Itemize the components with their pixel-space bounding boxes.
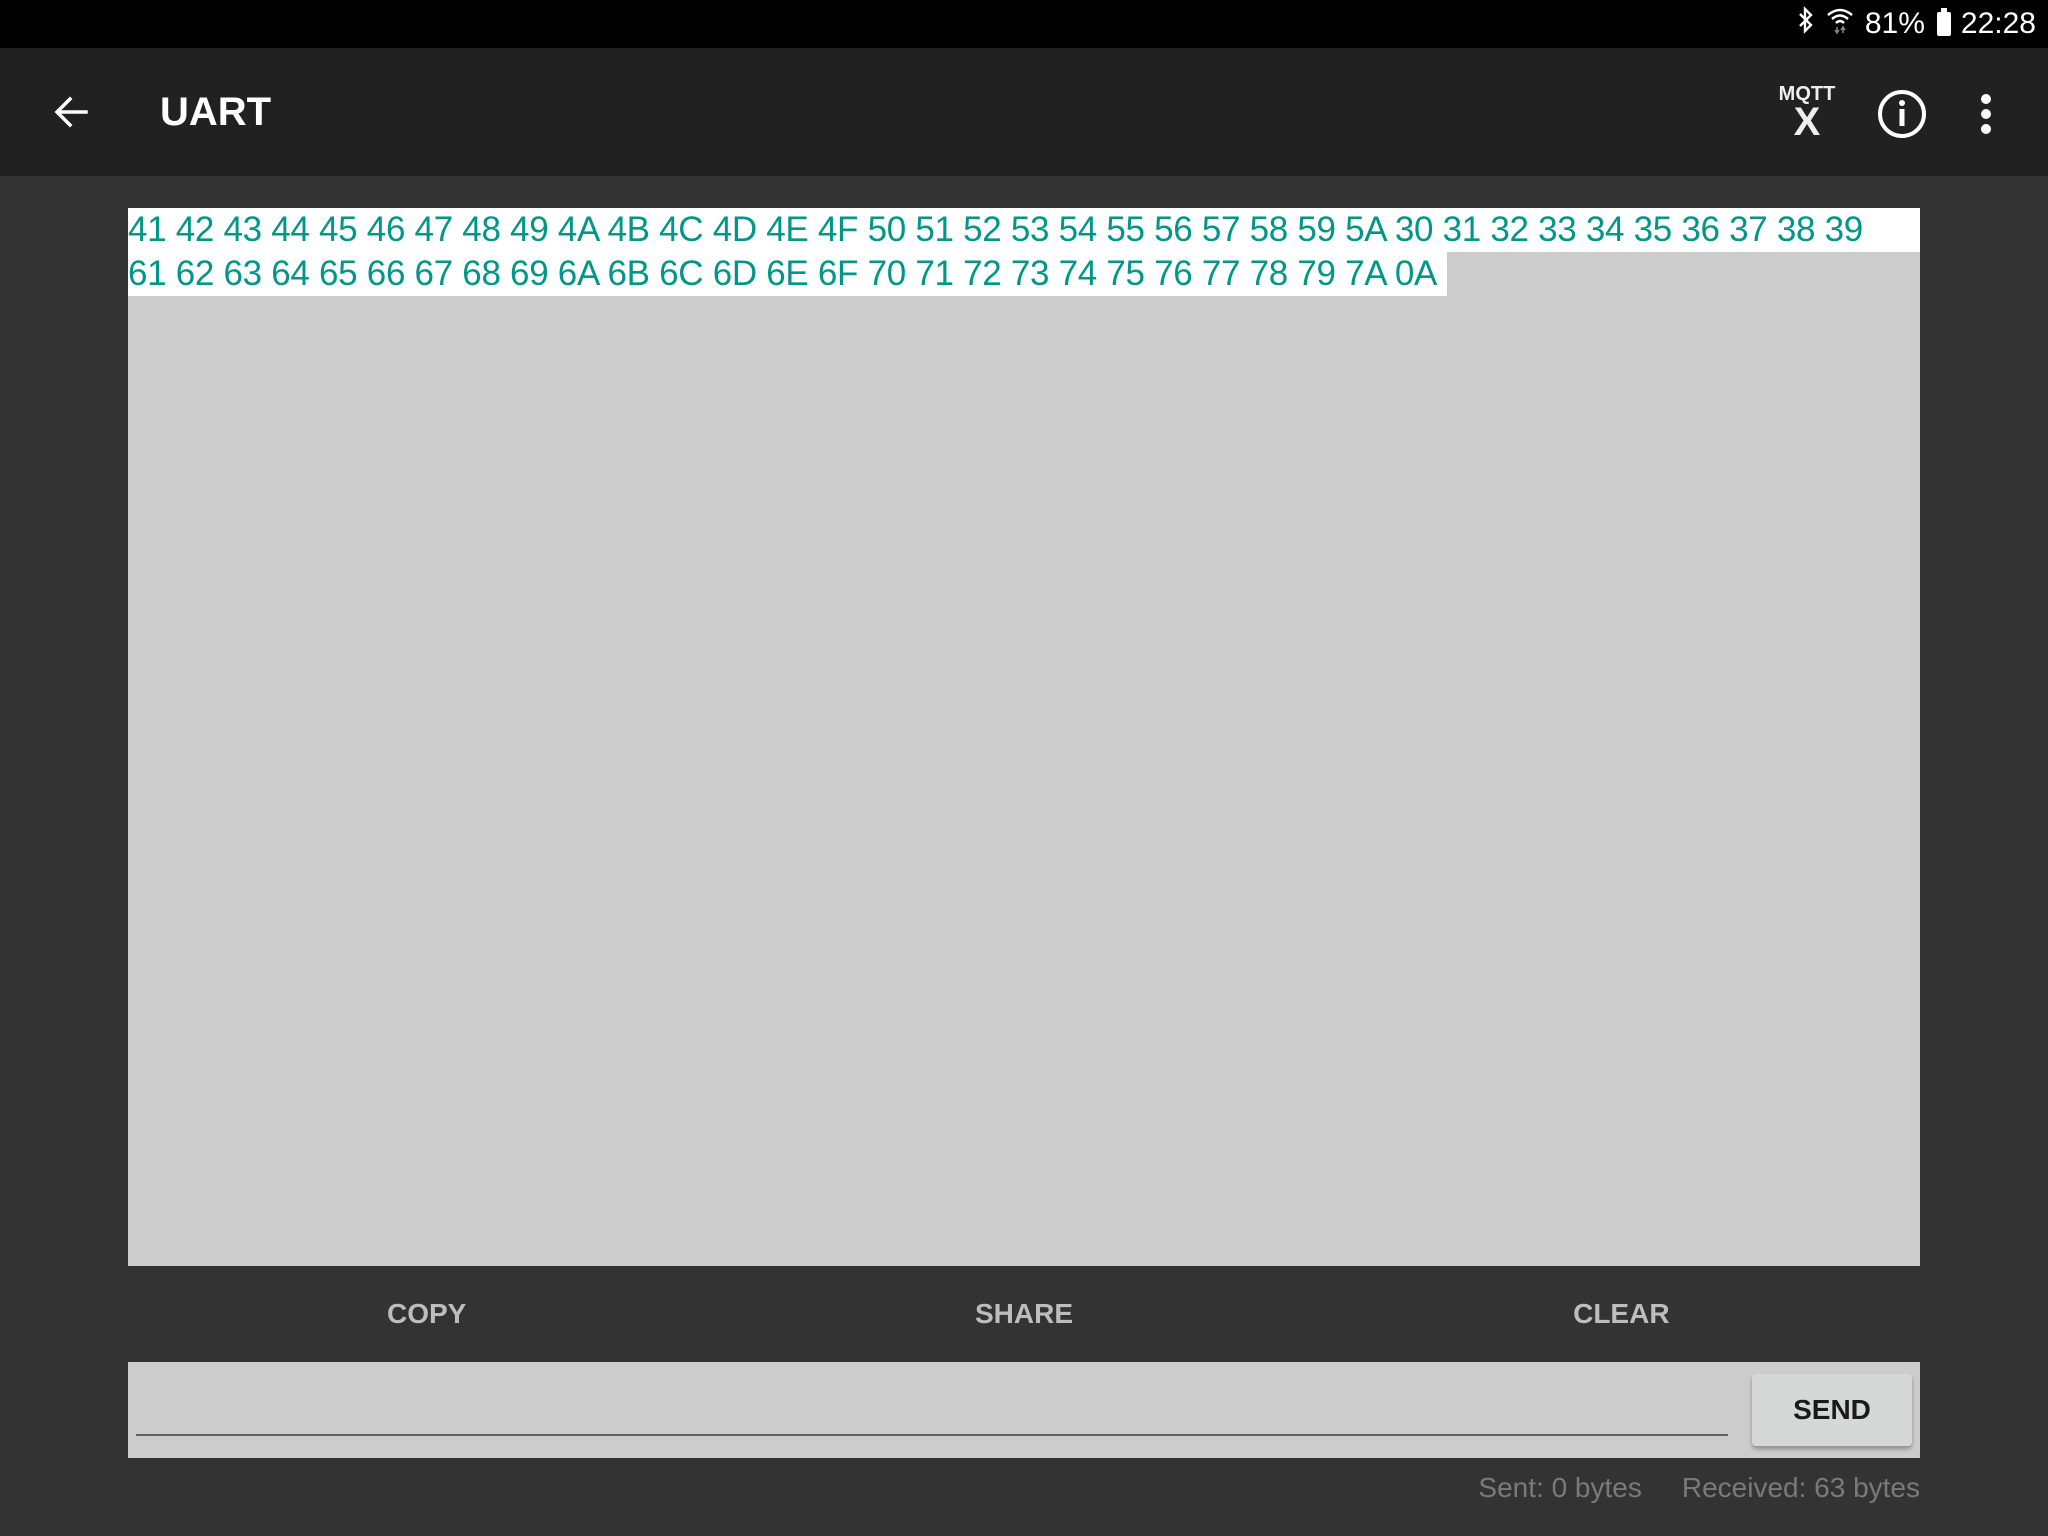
info-button[interactable] bbox=[1876, 88, 1928, 140]
clock: 22:28 bbox=[1960, 7, 2036, 40]
uart-log-area[interactable]: 41 42 43 44 45 46 47 48 49 4A 4B 4C 4D 4… bbox=[128, 208, 1920, 1266]
log-line: 61 62 63 64 65 66 67 68 69 6A 6B 6C 6D 6… bbox=[128, 252, 1448, 296]
send-button[interactable]: SEND bbox=[1752, 1374, 1912, 1446]
clear-button[interactable]: CLEAR bbox=[1323, 1266, 1920, 1362]
wifi-icon bbox=[1825, 6, 1855, 42]
bluetooth-icon bbox=[1797, 6, 1815, 42]
copy-button[interactable]: COPY bbox=[128, 1266, 725, 1362]
app-toolbar: UART MQTT X bbox=[0, 48, 2048, 176]
page-title: UART bbox=[160, 90, 272, 134]
log-line: 41 42 43 44 45 46 47 48 49 4A 4B 4C 4D 4… bbox=[128, 208, 1920, 252]
battery-percent: 81% bbox=[1864, 7, 1925, 40]
battery-icon bbox=[1936, 8, 1951, 36]
message-input[interactable] bbox=[136, 1378, 1728, 1436]
received-counter: Received: 63 bytes bbox=[1681, 1472, 1920, 1503]
byte-counters: Sent: 0 bytes Received: 63 bytes bbox=[1478, 1466, 1920, 1510]
share-button[interactable]: SHARE bbox=[725, 1266, 1322, 1362]
send-bar: SEND bbox=[128, 1362, 1920, 1458]
mqtt-x-icon: X bbox=[1793, 100, 1821, 144]
more-vertical-icon-dot bbox=[1981, 94, 1991, 104]
mqtt-button[interactable]: MQTT X bbox=[1772, 78, 1842, 148]
more-vertical-icon-dot bbox=[1981, 124, 1991, 134]
more-options-button[interactable] bbox=[1966, 84, 2006, 144]
info-circle-icon bbox=[1878, 90, 1926, 138]
status-bar: 81% 22:28 bbox=[0, 0, 2048, 48]
more-vertical-icon-dot bbox=[1981, 109, 1991, 119]
arrow-left-icon bbox=[54, 96, 88, 128]
status-icons: 81% 22:28 bbox=[1797, 0, 2036, 48]
sent-counter: Sent: 0 bytes bbox=[1478, 1472, 1642, 1503]
back-button[interactable] bbox=[40, 80, 104, 144]
log-actions: COPY SHARE CLEAR bbox=[128, 1266, 1920, 1362]
